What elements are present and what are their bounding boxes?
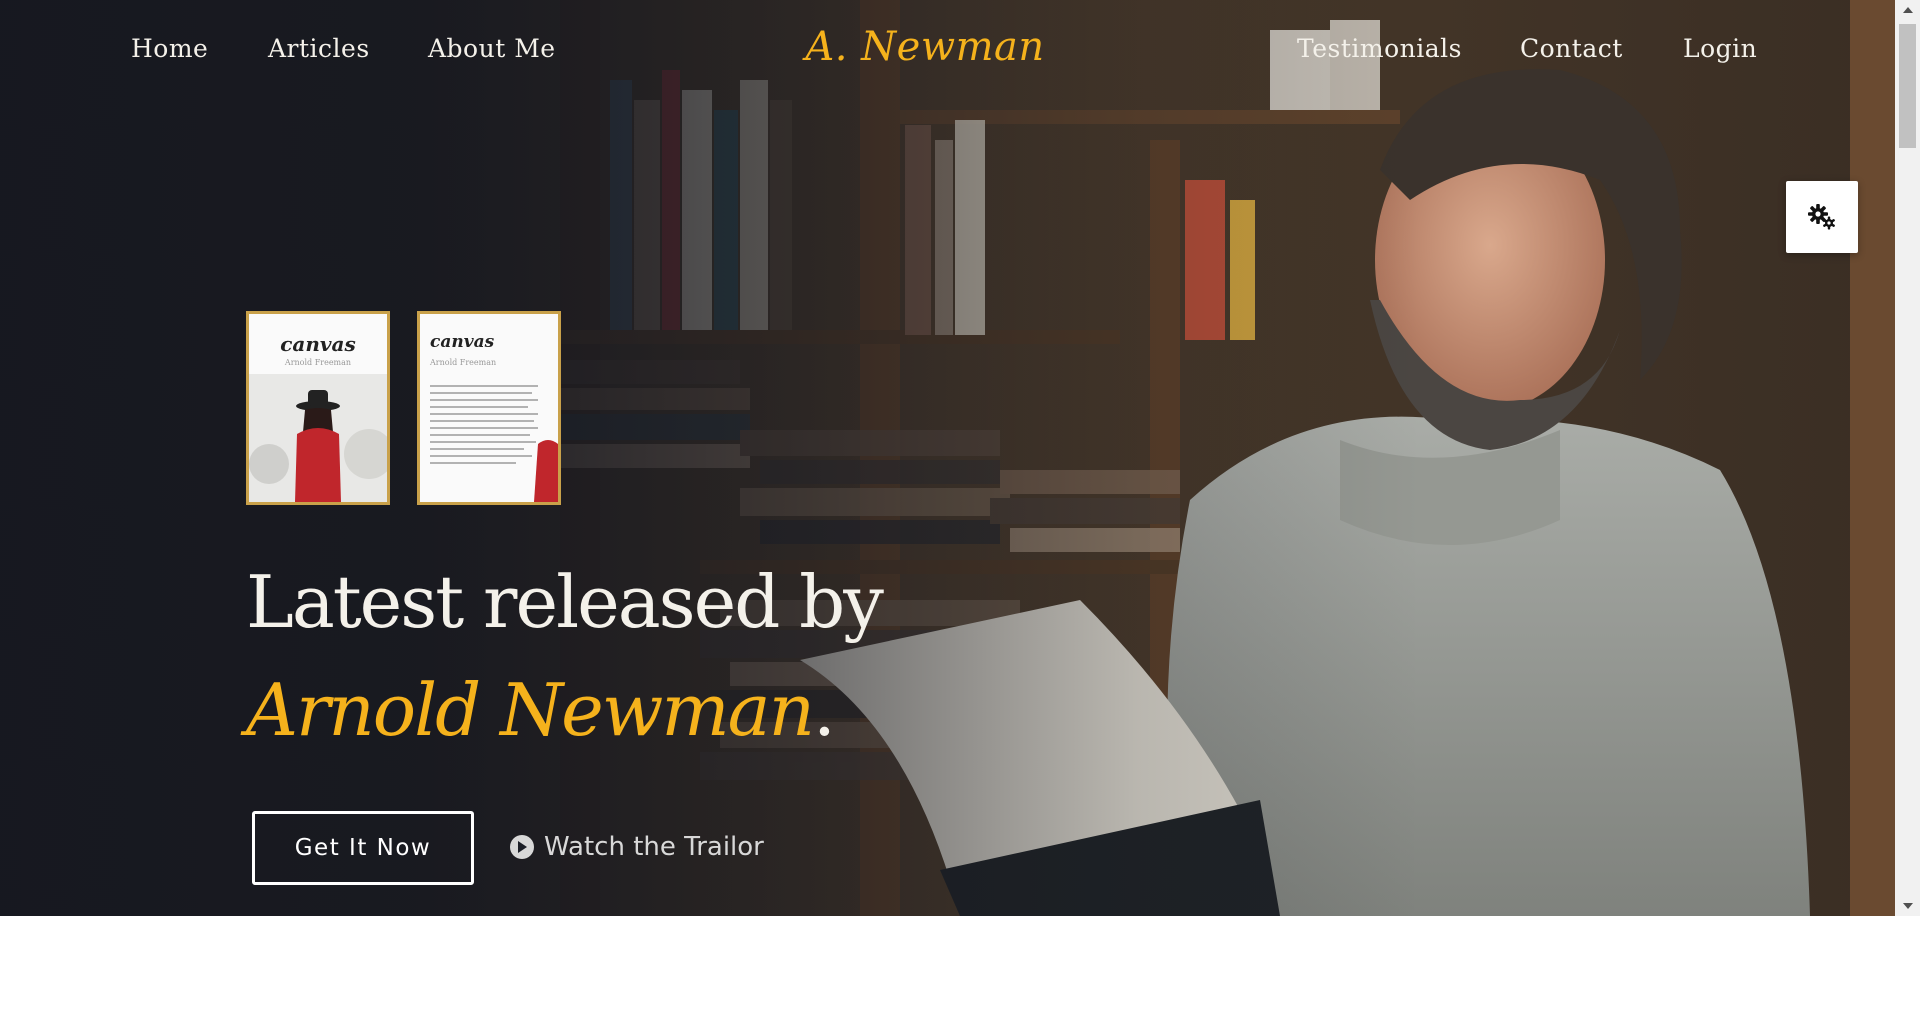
play-circle-icon <box>510 835 534 859</box>
page-scrollbar[interactable] <box>1895 0 1920 916</box>
book-back-text-lines <box>430 385 558 502</box>
nav-home[interactable]: Home <box>131 34 208 63</box>
watch-trailer-label: Watch the Trailor <box>544 832 764 862</box>
nav-contact[interactable]: Contact <box>1520 34 1623 63</box>
book-cover-illustration <box>249 374 387 502</box>
nav-about-me[interactable]: About Me <box>428 34 556 63</box>
site-logo[interactable]: A. Newman <box>800 24 1050 70</box>
nav-login[interactable]: Login <box>1683 34 1757 63</box>
settings-button[interactable] <box>1786 181 1858 253</box>
book-cover-back[interactable]: canvas Arnold Freeman <box>417 311 561 505</box>
book-cover-front[interactable]: canvas Arnold Freeman <box>246 311 390 505</box>
hero-section: Home Articles About Me A. Newman Testimo… <box>0 0 1895 916</box>
nav-articles[interactable]: Articles <box>268 34 370 63</box>
scroll-down-arrow-icon[interactable] <box>1895 896 1920 916</box>
watch-trailer-link[interactable]: Watch the Trailor <box>510 832 764 862</box>
hero-headline: Latest released by <box>246 560 884 644</box>
scroll-up-arrow-icon[interactable] <box>1895 0 1920 20</box>
page: Home Articles About Me A. Newman Testimo… <box>0 0 1920 1018</box>
hero-author-name: Arnold Newman. <box>246 668 836 752</box>
nav-testimonials[interactable]: Testimonials <box>1297 34 1462 63</box>
scrollbar-thumb[interactable] <box>1899 24 1916 148</box>
author-name-text: Arnold Newman <box>246 668 815 752</box>
get-it-now-button[interactable]: Get It Now <box>252 811 474 885</box>
gear-icon <box>1808 204 1835 230</box>
author-name-period: . <box>812 668 836 752</box>
